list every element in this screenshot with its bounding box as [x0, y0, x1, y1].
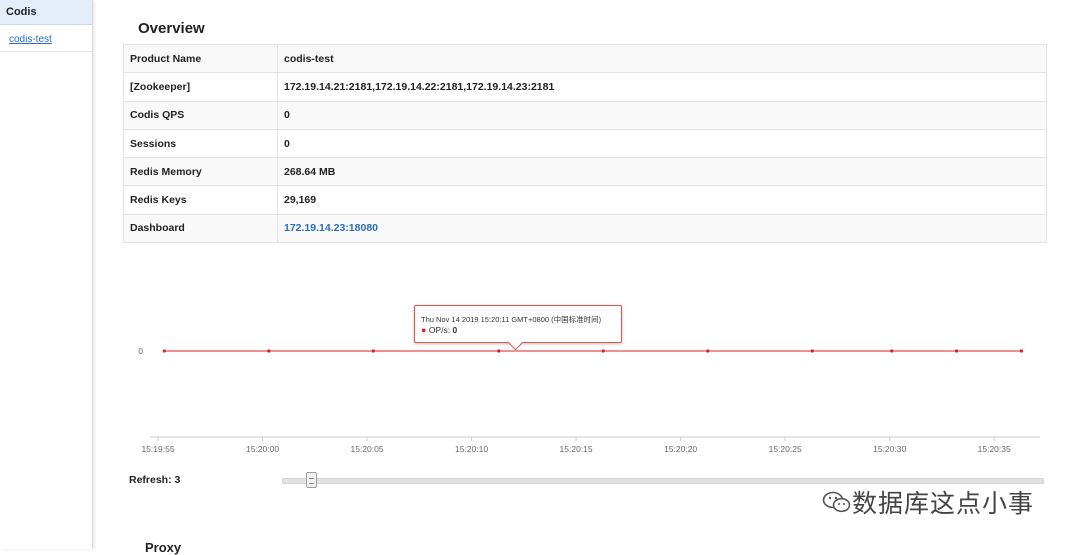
- x-tick-label: 15:20:05: [351, 444, 384, 454]
- data-point: [890, 349, 894, 353]
- data-point: [1019, 349, 1023, 353]
- table-row: Codis QPS 0: [123, 100, 1047, 130]
- data-point: [371, 349, 375, 353]
- row-key: Product Name: [123, 43, 278, 74]
- proxy-title: Proxy: [145, 540, 182, 555]
- data-point: [162, 349, 166, 353]
- dashboard-link[interactable]: 172.19.14.23:18080: [284, 222, 378, 234]
- row-value: 172.19.14.21:2181,172.19.14.22:2181,172.…: [277, 72, 1047, 102]
- data-point: [810, 349, 814, 353]
- row-value: codis-test: [277, 43, 1047, 74]
- x-tick-label: 15:20:20: [664, 444, 697, 454]
- overview-table: Product Name codis-test [Zookeeper] 172.…: [123, 43, 1047, 244]
- x-tick-label: 15:20:30: [873, 444, 906, 454]
- wechat-icon: [822, 491, 851, 513]
- data-point: [267, 349, 271, 353]
- watermark-text: 数据库这点小事: [852, 489, 1035, 518]
- x-tick-label: 15:20:00: [246, 444, 279, 454]
- x-tick-label: 15:19:55: [141, 444, 174, 454]
- chart-tooltip: Thu Nov 14 2019 15:20:11 GMT+0800 (中国标准时…: [414, 305, 622, 351]
- refresh-label: Refresh: 3: [129, 474, 181, 486]
- table-row: [Zookeeper] 172.19.14.21:2181,172.19.14.…: [123, 72, 1047, 102]
- row-key: Codis QPS: [123, 100, 278, 130]
- series-dot-icon: ●: [421, 325, 427, 335]
- x-tick-label: 15:20:15: [560, 444, 593, 454]
- table-row: Redis Keys 29,169: [123, 185, 1047, 215]
- x-tick-label: 15:20:25: [769, 444, 802, 454]
- row-key: Sessions: [123, 128, 278, 159]
- data-point: [497, 349, 501, 353]
- row-value: 268.64 MB: [277, 157, 1047, 187]
- tooltip-time: Thu Nov 14 2019 15:20:11 GMT+0800 (中国标准时…: [421, 315, 602, 324]
- table-row: Product Name codis-test: [123, 43, 1047, 74]
- tooltip-value: 0: [452, 325, 458, 335]
- data-point: [706, 349, 710, 353]
- x-tick-label: 15:20:10: [455, 444, 488, 454]
- data-point: [954, 349, 959, 353]
- overview-title: Overview: [138, 20, 205, 37]
- sidebar: Codis codis-test: [0, 0, 93, 549]
- tooltip-row: ● OP/s: 0: [421, 325, 457, 335]
- x-tick-label: 15:20:35: [978, 444, 1011, 454]
- row-key: Redis Keys: [123, 185, 278, 215]
- watermark: 数据库这点小事: [822, 484, 1034, 520]
- table-row: Dashboard 172.19.14.23:18080: [123, 213, 1047, 244]
- row-value: 172.19.14.23:18080: [277, 213, 1047, 244]
- row-key: Redis Memory: [123, 157, 278, 187]
- tooltip-label: OP/s:: [428, 325, 451, 335]
- row-key: Dashboard: [123, 213, 278, 244]
- row-key: [Zookeeper]: [123, 72, 278, 102]
- y-tick-label: 0: [138, 346, 143, 356]
- sidebar-item-codis-test[interactable]: codis-test: [0, 25, 92, 52]
- row-value: 29,169: [277, 185, 1047, 215]
- table-row: Sessions 0: [123, 128, 1047, 159]
- refresh-slider-handle[interactable]: [306, 472, 317, 488]
- data-point: [601, 349, 605, 353]
- sidebar-header: Codis: [0, 0, 92, 25]
- table-row: Redis Memory 268.64 MB: [123, 157, 1047, 187]
- row-value: 0: [277, 128, 1047, 159]
- row-value: 0: [277, 100, 1047, 130]
